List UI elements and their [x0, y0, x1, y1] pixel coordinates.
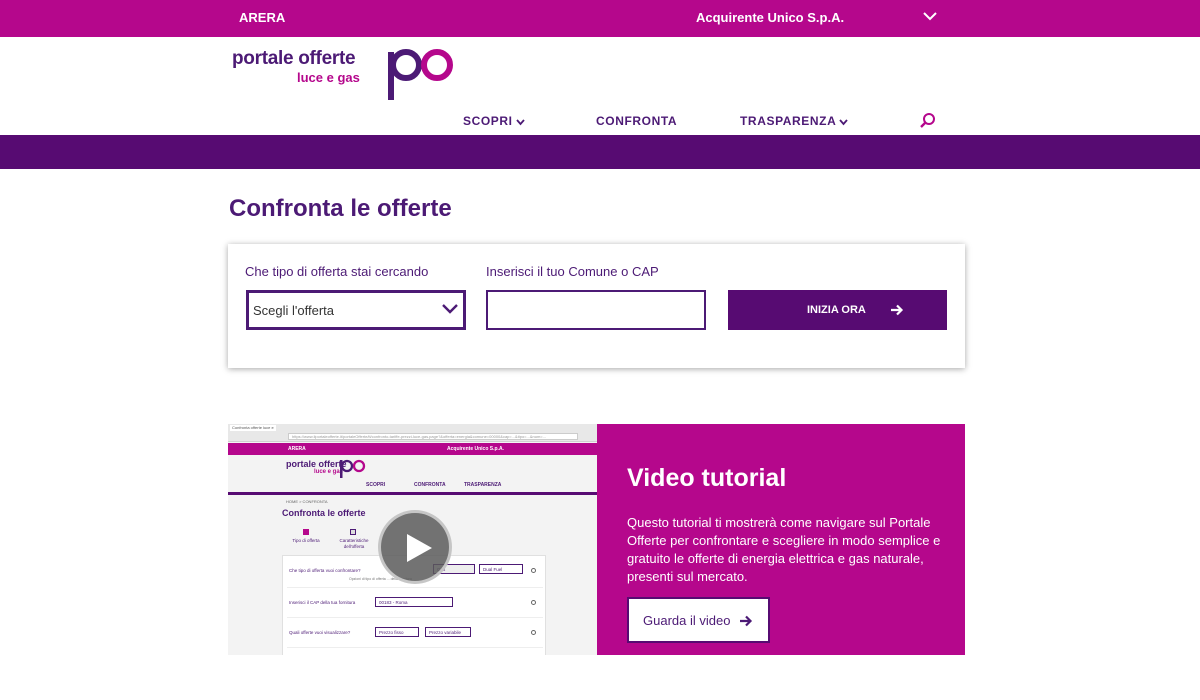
- nav-scopri[interactable]: SCOPRI: [463, 114, 525, 128]
- site-header: portale offerte luce e gas SCOPRI CONFRO…: [0, 37, 1200, 135]
- offer-type-select[interactable]: Scegli l'offerta: [246, 290, 466, 330]
- arrow-right-icon: [740, 615, 753, 627]
- offer-search-card: Che tipo di offerta stai cercando Scegli…: [228, 244, 965, 368]
- thumb-browser-chrome: Confronta offerte luce e gas https://www…: [228, 424, 597, 442]
- play-button[interactable]: [378, 510, 452, 584]
- thumb-q1: Che tipo di offerta vuoi confrontare?: [289, 568, 361, 573]
- video-tutorial-panel: Video tutorial Questo tutorial ti mostre…: [597, 424, 965, 655]
- chevron-down-icon: [442, 304, 458, 314]
- portale-offerte-logo[interactable]: portale offerte luce e gas: [232, 48, 472, 104]
- logo-po-mark: [388, 49, 453, 100]
- thumb-acquirente: Acquirente Unico S.p.A.: [447, 446, 504, 452]
- page-title: Confronta le offerte: [229, 195, 452, 222]
- video-tutorial-title: Video tutorial: [627, 464, 787, 492]
- comune-cap-input[interactable]: [486, 290, 706, 330]
- top-bar: ARERA Acquirente Unico S.p.A.: [0, 0, 1200, 37]
- thumb-step-2: [350, 529, 356, 535]
- logo-text: portale offerte: [232, 48, 356, 69]
- nav-scopri-label: SCOPRI: [463, 114, 513, 128]
- arrow-right-icon: [891, 304, 904, 316]
- thumb-nav-scopri: SCOPRI: [366, 482, 386, 488]
- guarda-il-video-label: Guarda il video: [643, 613, 731, 628]
- search-icon[interactable]: [919, 112, 937, 130]
- video-thumbnail[interactable]: Confronta offerte luce e gas https://www…: [228, 424, 597, 655]
- thumb-nav-confronta: CONFRONTA: [414, 482, 446, 488]
- thumb-nav-trasparenza: TRASPARENZA: [464, 482, 502, 488]
- chevron-down-icon: [839, 119, 849, 126]
- chevron-down-icon: [515, 119, 525, 126]
- thumb-url-bar: https://www.ilportaleofferte.it/portaleO…: [288, 433, 578, 440]
- inizia-ora-label: INIZIA ORA: [807, 304, 866, 316]
- thumb-q3-opt2: Prezzo variabile: [425, 627, 471, 637]
- thumb-title: Confronta le offerte: [282, 508, 366, 518]
- thumb-step-1-label: Tipo di offerta: [292, 538, 320, 543]
- acquirente-unico-link[interactable]: Acquirente Unico S.p.A.: [696, 10, 844, 25]
- thumb-arera: ARERA: [288, 446, 306, 452]
- nav-trasparenza-label: TRASPARENZA: [740, 114, 837, 128]
- logo-subtext: luce e gas: [297, 70, 360, 85]
- thumb-divider: [287, 587, 543, 588]
- thumb-top-bar: ARERA Acquirente Unico S.p.A.: [228, 443, 597, 455]
- nav-confronta-label: CONFRONTA: [596, 114, 678, 128]
- nav-trasparenza[interactable]: TRASPARENZA: [740, 114, 849, 128]
- thumb-q3-opt1: Prezzo fisso: [375, 627, 419, 637]
- thumb-breadcrumb: HOME > CONFRONTA: [286, 499, 328, 504]
- thumb-info-icon: [531, 630, 536, 635]
- thumb-divider: [287, 647, 543, 648]
- chevron-down-icon[interactable]: [922, 8, 938, 24]
- offer-type-selected-value: Scegli l'offerta: [253, 303, 335, 318]
- inizia-ora-button[interactable]: INIZIA ORA: [728, 290, 947, 330]
- thumb-info-icon: [531, 600, 536, 605]
- thumb-info-icon: [531, 568, 536, 573]
- comune-cap-label: Inserisci il tuo Comune o CAP: [486, 264, 659, 279]
- offer-type-label: Che tipo di offerta stai cercando: [245, 264, 429, 279]
- thumb-step-1: [303, 529, 309, 535]
- thumb-purple-band: [228, 492, 597, 495]
- guarda-il-video-button[interactable]: Guarda il video: [627, 597, 770, 643]
- thumb-q3: Quali offerte vuoi visualizzare?: [289, 630, 351, 635]
- purple-band: [0, 135, 1200, 169]
- video-tutorial-description: Questo tutorial ti mostrerà come navigar…: [627, 515, 941, 584]
- thumb-q2: Inserisci il CAP della tua fornitura: [289, 600, 356, 605]
- thumb-logo-text: portale offerte: [286, 459, 347, 469]
- thumb-logo-mark: [340, 459, 366, 478]
- thumb-divider: [287, 617, 543, 618]
- arera-link[interactable]: ARERA: [239, 10, 285, 25]
- thumb-step-2-label: Caratteristiche dell'offerta: [339, 538, 369, 549]
- thumb-q1-opt2: Dual Fuel: [479, 564, 523, 574]
- nav-confronta[interactable]: CONFRONTA: [596, 114, 677, 128]
- thumb-q2-value: 00183 - Roma: [375, 597, 453, 607]
- thumb-browser-tab: Confronta offerte luce e gas: [230, 425, 276, 431]
- play-icon: [407, 534, 432, 562]
